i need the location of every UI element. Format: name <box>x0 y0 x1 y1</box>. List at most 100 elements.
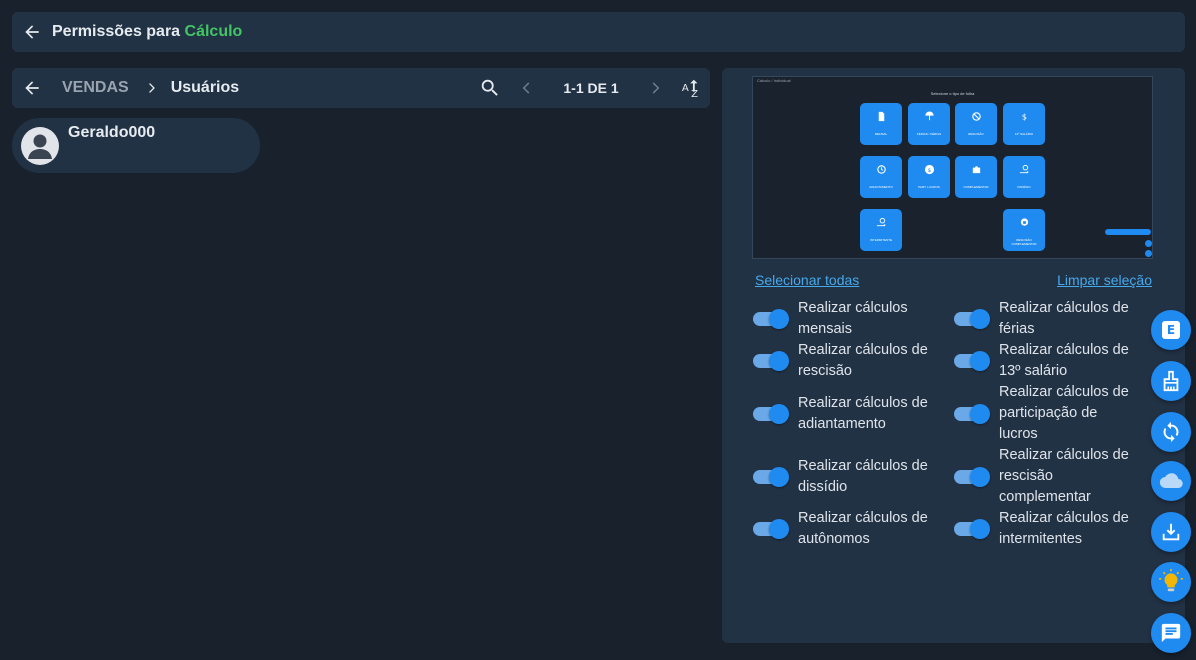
dollar-icon: $ <box>1021 112 1026 122</box>
permission-toggle[interactable] <box>954 466 990 488</box>
sort-alphabetical-icon: A Z <box>682 79 698 99</box>
permission-label: Realizar cálculos de férias <box>999 300 1129 337</box>
user-name: Geraldo000 <box>68 124 156 141</box>
permission-row: Realizar cálculos de intermitentes <box>954 508 1139 550</box>
preview-tile: DISSÍDIO <box>1003 156 1045 198</box>
cloud-icon <box>1159 473 1183 489</box>
permission-toggle[interactable] <box>753 466 789 488</box>
chat-button[interactable] <box>1151 613 1191 653</box>
preview-tile: INTERMITENTE <box>860 209 902 251</box>
back-button[interactable] <box>12 12 52 52</box>
history-icon <box>876 165 886 174</box>
permission-toggle[interactable] <box>753 518 789 540</box>
search-button[interactable] <box>472 68 508 108</box>
chevron-left-icon <box>522 82 530 94</box>
previous-page-button[interactable] <box>508 68 544 108</box>
page-header: Permissões para Cálculo <box>12 12 1185 52</box>
preview-side-button <box>1105 229 1151 235</box>
toolbar-back-button[interactable] <box>12 68 52 108</box>
permission-row: Realizar cálculos de participação de luc… <box>954 382 1139 445</box>
permission-row: Realizar cálculos de rescisão complement… <box>954 445 1139 508</box>
search-icon <box>481 79 498 96</box>
pagination-label: 1-1 DE 1 <box>563 80 619 96</box>
preview-tile-label: INTERMITENTE <box>869 238 893 242</box>
preview-heading: Selecione o tipo de folha <box>930 91 975 96</box>
next-page-button[interactable] <box>638 68 674 108</box>
sync-button[interactable] <box>1151 412 1191 452</box>
preview-tile-label: FÉRIAS / FÉRIAS <box>916 132 942 136</box>
permission-row: Realizar cálculos de adiantamento <box>753 393 938 435</box>
permission-row: Realizar cálculos de dissídio <box>753 456 938 498</box>
avatar <box>21 127 59 165</box>
page-title-prefix: Permissões para <box>52 23 181 40</box>
permission-label: Realizar cálculos mensais <box>798 300 908 337</box>
permission-label: Realizar cálculos de rescisão complement… <box>999 447 1129 505</box>
chevron-right-icon <box>652 82 660 94</box>
clear-selection-link[interactable]: Limpar seleção <box>1057 272 1152 288</box>
list-toolbar: VENDAS Usuários 1-1 DE 1 A Z <box>12 68 710 108</box>
select-all-link[interactable]: Selecionar todas <box>755 272 859 288</box>
permission-toggle[interactable] <box>954 518 990 540</box>
permission-toggle[interactable] <box>954 350 990 372</box>
permission-toggle[interactable] <box>753 308 789 330</box>
document-icon <box>878 111 884 122</box>
permission-row: Realizar cálculos mensais <box>753 298 938 340</box>
permission-label: Realizar cálculos de participação de luc… <box>999 384 1129 442</box>
preview-breadcrumb: Cálculo / Individual <box>757 78 791 83</box>
tips-button[interactable] <box>1151 562 1191 602</box>
svg-text:$: $ <box>1021 112 1026 122</box>
preview-tile: $ 13º SALÁRIO <box>1003 103 1045 145</box>
preview-tile-label: RESCISÃO <box>968 132 984 136</box>
arrow-left-icon <box>25 25 39 39</box>
preview-tile-label: RESCISÃO COMPLEMENTAR <box>1011 238 1037 246</box>
sort-button[interactable]: A Z <box>674 68 710 108</box>
permission-row: Realizar cálculos de autônomos <box>753 508 938 550</box>
lightbulb-icon <box>1159 569 1183 592</box>
preview-tile: COMPLEMENTAR <box>955 156 997 198</box>
puzzle-badge-icon <box>1020 218 1028 226</box>
permission-label: Realizar cálculos de adiantamento <box>798 395 928 432</box>
preview-tile: RESCISÃO <box>955 103 997 145</box>
permission-label: Realizar cálculos de dissídio <box>798 458 928 495</box>
person-icon <box>28 134 52 159</box>
permission-toggle[interactable] <box>753 350 789 372</box>
permission-row: Realizar cálculos de rescisão <box>753 340 938 382</box>
chat-icon <box>1161 623 1181 643</box>
page-title: Permissões para Cálculo <box>52 23 242 41</box>
page-title-accent: Cálculo <box>184 23 243 40</box>
permission-toggle[interactable] <box>753 403 789 425</box>
preview-tile-label: COMPLEMENTAR <box>963 185 989 189</box>
clean-button[interactable] <box>1151 361 1191 401</box>
preview-tile-label: DISSÍDIO <box>1017 185 1031 189</box>
permission-row: Realizar cálculos de férias <box>954 298 1139 340</box>
sync-icon <box>1163 421 1179 443</box>
download-button[interactable] <box>1151 512 1191 552</box>
preview-tile-label: 13º SALÁRIO <box>1014 132 1034 136</box>
block-icon <box>971 112 981 121</box>
breadcrumb-parent[interactable]: VENDAS <box>62 79 129 97</box>
cloud-button[interactable] <box>1151 461 1191 501</box>
svg-text:$: $ <box>927 168 931 174</box>
preview-tile: FÉRIAS / FÉRIAS <box>908 103 950 145</box>
money-icon: $ <box>924 164 934 175</box>
user-list-item[interactable]: Geraldo000 <box>12 118 260 173</box>
preview-tile: MENSAL <box>860 103 902 145</box>
preview-fab <box>1145 240 1152 247</box>
preview-tile: $ PART. LUCROS <box>908 156 950 198</box>
permission-label: Realizar cálculos de intermitentes <box>999 510 1129 547</box>
permission-label: Realizar cálculos de autônomos <box>798 510 928 547</box>
e-badge-button[interactable]: E <box>1151 310 1191 350</box>
preview-tile: ADIANTAMENTO <box>860 156 902 198</box>
beach-umbrella-icon <box>924 111 934 121</box>
preview-tile-label: ADIANTAMENTO <box>869 185 893 189</box>
broom-icon <box>1163 370 1179 392</box>
screen-preview: Cálculo / Individual Selecione o tipo de… <box>752 76 1153 259</box>
permissions-panel: Cálculo / Individual Selecione o tipo de… <box>722 68 1185 643</box>
permission-toggle[interactable] <box>954 403 990 425</box>
chevron-right-icon <box>145 81 159 95</box>
puzzle-icon <box>972 166 980 174</box>
permission-label: Realizar cálculos de 13º salário <box>999 342 1129 379</box>
preview-tile: RESCISÃO COMPLEMENTAR <box>1003 209 1045 251</box>
preview-fab <box>1145 250 1152 257</box>
permission-toggle[interactable] <box>954 308 990 330</box>
